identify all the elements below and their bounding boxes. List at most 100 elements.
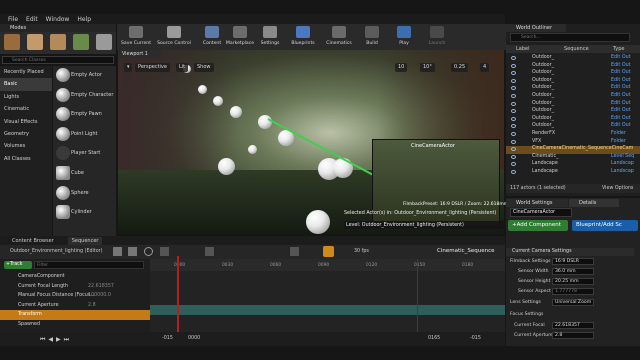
sequencer-track[interactable]: Current Focal Length 22.618357 [0, 282, 150, 292]
outliner-row[interactable]: Landscape Landscap [506, 169, 640, 177]
sequencer-track[interactable]: Transform [0, 310, 150, 320]
sequencer-track[interactable]: Manual Focus Distance (Focus... 100000.0 [0, 291, 150, 301]
eye-icon[interactable] [511, 154, 516, 159]
scale-snap-button[interactable]: 0.25 [451, 63, 469, 72]
lit-button[interactable]: Lit [176, 63, 189, 72]
camera-speed-button[interactable]: 4 [480, 63, 490, 72]
blueprint-add-script-button[interactable]: Blueprint/Add Sc [572, 220, 638, 231]
build-button[interactable]: Build [360, 25, 384, 49]
eye-icon[interactable] [511, 101, 516, 106]
move-icon[interactable] [290, 247, 299, 256]
category-volumes[interactable]: Volumes [0, 140, 52, 152]
eye-icon[interactable] [511, 71, 516, 76]
focus-settings-label[interactable]: Focus Settings [510, 312, 543, 317]
settings-button[interactable]: Settings [257, 25, 283, 49]
outliner-row[interactable]: CineCameraCinematic_SequenceCineCam [506, 146, 640, 154]
outliner-search-input[interactable]: Search... [510, 33, 630, 42]
sphere-actor[interactable] [248, 145, 257, 154]
eye-icon[interactable] [511, 170, 516, 174]
current-aperture-field[interactable]: 2.8 [552, 332, 594, 339]
transform-section[interactable] [150, 305, 505, 315]
sequencer-track[interactable]: Current Aperture 2.8 [0, 301, 150, 311]
outliner-row[interactable]: Outdoor_ Edit Out [506, 93, 640, 101]
place-item[interactable]: Point Light [53, 125, 116, 145]
menu-file[interactable]: File [8, 16, 18, 23]
content-button[interactable]: Content [200, 25, 224, 49]
eye-icon[interactable] [205, 247, 214, 256]
category-basic[interactable]: Basic [0, 78, 52, 91]
place-item[interactable]: Player Start [53, 144, 116, 164]
grid-snap-button[interactable]: 10 [395, 63, 408, 72]
paint-mode-icon[interactable] [27, 34, 43, 50]
column-sequence[interactable]: Sequence [564, 46, 589, 52]
current-frame[interactable]: 0000 [188, 336, 200, 341]
save-icon[interactable] [113, 247, 122, 256]
add-track-button[interactable]: +Track [4, 261, 32, 269]
column-label[interactable]: Label [516, 46, 530, 52]
launch-button[interactable]: Launch [424, 25, 450, 49]
time-ruler[interactable]: 0000 0030 0060 0090 0120 0150 0180 [150, 259, 505, 271]
outliner-row[interactable]: Outdoor_ Edit Out [506, 70, 640, 78]
angle-snap-button[interactable]: 10° [420, 63, 435, 72]
sphere-actor[interactable] [218, 158, 235, 175]
place-item[interactable]: Empty Actor [53, 66, 116, 86]
sequencer-tab[interactable]: Sequencer [67, 236, 103, 245]
eye-icon[interactable] [511, 132, 516, 136]
outliner-row[interactable]: Outdoor_ Edit Out [506, 55, 640, 63]
filmback-dropdown[interactable]: 16:9 DSLR [552, 258, 594, 265]
transport-controls[interactable]: ⏮◀▶⏭ [40, 336, 72, 344]
foliage-mode-icon[interactable] [73, 34, 89, 50]
geometry-mode-icon[interactable] [96, 34, 112, 50]
sphere-actor[interactable] [198, 85, 207, 94]
track-filter-input[interactable]: Filter [34, 261, 144, 269]
search-icon[interactable] [144, 247, 153, 256]
eye-icon[interactable] [511, 109, 516, 114]
show-button[interactable]: Show [194, 63, 214, 72]
sensor-height-field[interactable]: 20.25 mm [552, 278, 594, 285]
sphere-actor[interactable] [258, 115, 272, 129]
lens-settings-dropdown[interactable]: Universal Zoom [552, 299, 594, 306]
world-settings-tab[interactable]: World Settings [506, 199, 568, 207]
perspective-button[interactable]: Perspective [135, 63, 170, 72]
eye-icon[interactable] [511, 63, 516, 68]
track-value[interactable]: 2.8 [88, 301, 96, 311]
eye-icon[interactable] [511, 147, 516, 152]
eye-icon[interactable] [511, 162, 516, 167]
outliner-row[interactable]: Outdoor_ Edit Out [506, 123, 640, 131]
place-item[interactable]: Cube [53, 164, 116, 184]
eye-icon[interactable] [511, 86, 516, 91]
eye-icon[interactable] [511, 56, 516, 60]
category-cinematic[interactable]: Cinematic [0, 103, 52, 115]
place-item[interactable]: Cylinder [53, 203, 116, 223]
range-start[interactable]: -015 [162, 336, 173, 341]
sphere-actor[interactable] [306, 210, 330, 234]
add-component-button[interactable]: +Add Component [508, 220, 568, 231]
content-browser-tab[interactable]: Content Browser [12, 238, 54, 244]
viewport-tab[interactable]: Viewport 1 [118, 50, 162, 58]
viewport-menu-button[interactable]: ▾ [124, 63, 132, 72]
view-options-button[interactable]: View Options [602, 186, 633, 191]
place-mode-icon[interactable] [4, 34, 20, 50]
camera-icon[interactable] [160, 247, 169, 256]
sensor-width-field[interactable]: 36.0 mm [552, 268, 594, 275]
source-control-button[interactable]: Source Control [155, 25, 193, 49]
fps-dropdown[interactable]: 30 fps [354, 249, 369, 254]
eye-icon[interactable] [511, 78, 516, 83]
marketplace-button[interactable]: Marketplace [225, 25, 255, 49]
snap-magnet-icon[interactable] [323, 246, 334, 257]
eye-icon[interactable] [511, 139, 516, 144]
landscape-mode-icon[interactable] [50, 34, 66, 50]
menu-edit[interactable]: Edit [26, 16, 38, 23]
category-recently-placed[interactable]: Recently Placed [0, 66, 52, 78]
eye-icon[interactable] [511, 94, 516, 98]
cinematics-button[interactable]: Cinematics [324, 25, 354, 49]
eye-icon[interactable] [511, 116, 516, 121]
sphere-actor[interactable] [230, 106, 242, 118]
track-value[interactable]: 100000.0 [88, 291, 111, 301]
modes-tab[interactable]: Modes [0, 24, 116, 32]
sequencer-track[interactable]: CameraComponent [0, 272, 150, 282]
sequencer-track[interactable]: Spawned [0, 320, 150, 330]
category-all-classes[interactable]: All Classes [0, 153, 52, 165]
outliner-row[interactable]: Landscape Landscap [506, 161, 640, 169]
outliner-row[interactable]: Outdoor_ Edit Out [506, 85, 640, 93]
